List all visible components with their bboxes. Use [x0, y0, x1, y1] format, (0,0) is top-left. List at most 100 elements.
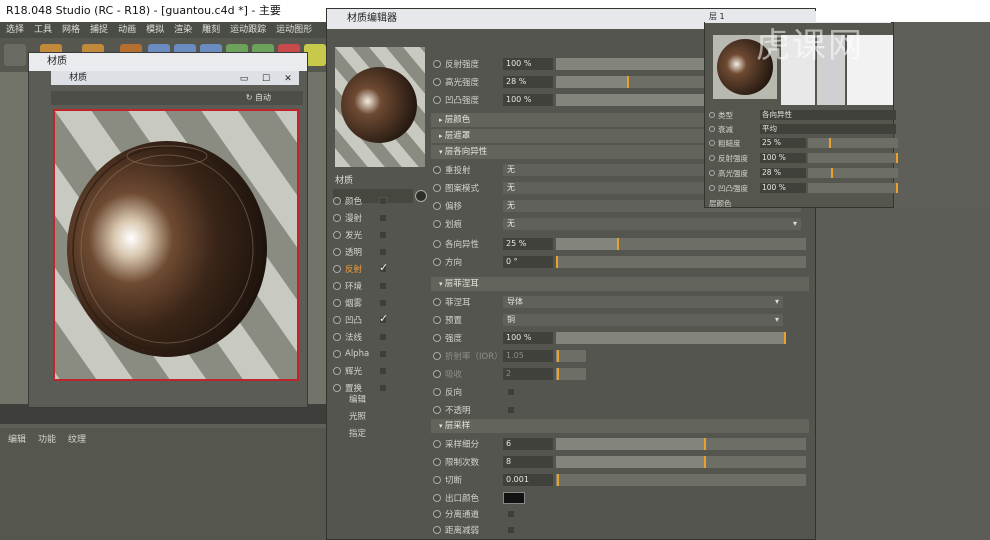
attr-number-field[interactable]: 28 % [760, 168, 806, 178]
anim-dot[interactable] [709, 185, 715, 191]
maximize-button[interactable]: ☐ [257, 73, 275, 85]
anim-dot[interactable] [433, 60, 441, 68]
attr-slider[interactable] [808, 138, 898, 148]
manager-menu-item[interactable]: 功能 [38, 432, 56, 445]
param-number-field[interactable]: 1.05 [503, 350, 553, 362]
anim-dot[interactable] [709, 140, 715, 146]
minimize-button[interactable]: ▭ [235, 73, 253, 85]
param-number-field[interactable]: 8 [503, 456, 553, 468]
param-checkbox[interactable] [507, 406, 515, 414]
channel-radio[interactable] [333, 316, 341, 324]
anim-dot[interactable] [709, 155, 715, 161]
value-slider[interactable] [556, 474, 806, 486]
channel-row[interactable]: 发光 [333, 227, 387, 243]
value-slider[interactable] [556, 238, 806, 250]
value-slider[interactable] [556, 456, 806, 468]
param-dropdown[interactable]: 导体 [503, 296, 783, 308]
param-number-field[interactable]: 100 % [503, 94, 553, 106]
param-number-field[interactable]: 6 [503, 438, 553, 450]
attr-number-field[interactable]: 100 % [760, 153, 806, 163]
channel-checkbox[interactable] [379, 299, 387, 307]
menu-item[interactable]: 运动图形 [276, 22, 312, 38]
attr-slider[interactable] [808, 168, 898, 178]
channel-row[interactable]: 透明 [333, 244, 387, 260]
exit-color-swatch[interactable] [503, 492, 525, 504]
channel-checkbox[interactable] [379, 282, 387, 290]
anim-dot[interactable] [433, 96, 441, 104]
editor-nav-item[interactable]: 光照 [349, 410, 366, 422]
param-dropdown[interactable]: 铜 [503, 314, 783, 326]
anim-dot[interactable] [433, 220, 441, 228]
anim-dot[interactable] [433, 298, 441, 306]
anim-dot[interactable] [433, 406, 441, 414]
channel-radio[interactable] [333, 350, 341, 358]
attr-slider[interactable] [808, 153, 898, 163]
menu-item[interactable]: 网格 [62, 22, 80, 38]
value-slider[interactable] [556, 332, 786, 344]
channel-checkbox[interactable] [379, 384, 387, 392]
channel-radio[interactable] [333, 265, 341, 273]
channel-radio[interactable] [333, 384, 341, 392]
channel-radio[interactable] [333, 367, 341, 375]
section-layer-sampling[interactable]: 层采样 [431, 419, 809, 433]
channel-checkbox[interactable] [379, 333, 387, 341]
attr-section-color[interactable]: 层颜色 [709, 197, 732, 209]
channel-checkbox[interactable] [379, 312, 388, 325]
menu-item[interactable]: 选择 [6, 22, 24, 38]
param-number-field[interactable]: 28 % [503, 76, 553, 88]
editor-nav-item[interactable]: 编辑 [349, 393, 366, 405]
anim-dot[interactable] [433, 258, 441, 266]
channel-radio[interactable] [333, 214, 341, 222]
value-slider[interactable] [556, 350, 586, 362]
section-layer-fresnel[interactable]: 层菲涅耳 [431, 277, 809, 291]
anim-dot[interactable] [433, 78, 441, 86]
param-checkbox[interactable] [507, 510, 515, 518]
anim-dot[interactable] [433, 526, 441, 534]
refresh-button[interactable]: ↻ 自动 [246, 92, 271, 103]
anim-dot[interactable] [433, 316, 441, 324]
channel-row[interactable]: 凹凸 [333, 312, 388, 328]
pick-icon[interactable] [415, 190, 427, 202]
anim-dot[interactable] [433, 334, 441, 342]
move-tool-icon[interactable] [4, 44, 26, 66]
channel-checkbox[interactable] [379, 261, 388, 274]
channel-checkbox[interactable] [379, 197, 387, 205]
channel-checkbox[interactable] [379, 214, 387, 222]
channel-radio[interactable] [333, 299, 341, 307]
channel-radio[interactable] [333, 248, 341, 256]
anim-dot[interactable] [433, 240, 441, 248]
channel-row[interactable]: Alpha [333, 346, 387, 362]
param-checkbox[interactable] [507, 388, 515, 396]
channel-checkbox[interactable] [379, 350, 387, 358]
menu-item[interactable]: 雕刻 [202, 22, 220, 38]
channel-row[interactable]: 烟雾 [333, 295, 387, 311]
channel-checkbox[interactable] [379, 231, 387, 239]
attr-slider[interactable] [808, 183, 898, 193]
param-dropdown[interactable]: 无 [503, 218, 801, 230]
channel-row[interactable]: 漫射 [333, 210, 387, 226]
anim-dot[interactable] [433, 352, 441, 360]
material-window-titlebar[interactable]: 材质 [29, 53, 307, 71]
anim-dot[interactable] [709, 112, 715, 118]
attr-dropdown[interactable]: 平均 [760, 124, 896, 134]
menu-item[interactable]: 捕捉 [90, 22, 108, 38]
param-number-field[interactable]: 25 % [503, 238, 553, 250]
anim-dot[interactable] [433, 476, 441, 484]
anim-dot[interactable] [709, 126, 715, 132]
menu-item[interactable]: 渲染 [174, 22, 192, 38]
anim-dot[interactable] [709, 170, 715, 176]
param-number-field[interactable]: 0 ° [503, 256, 553, 268]
channel-row[interactable]: 辉光 [333, 363, 387, 379]
channel-radio[interactable] [333, 231, 341, 239]
menu-item[interactable]: 模拟 [146, 22, 164, 38]
manager-menu-item[interactable]: 纹理 [68, 432, 86, 445]
anim-dot[interactable] [433, 184, 441, 192]
value-slider[interactable] [556, 368, 586, 380]
param-number-field[interactable]: 0.001 [503, 474, 553, 486]
close-button[interactable]: ✕ [279, 73, 297, 85]
param-number-field[interactable]: 100 % [503, 58, 553, 70]
channel-checkbox[interactable] [379, 248, 387, 256]
channel-row[interactable]: 反射 [333, 261, 388, 277]
material-inner-titlebar[interactable]: 材质 ▭ ☐ ✕ [51, 71, 299, 85]
param-number-field[interactable]: 100 % [503, 332, 553, 344]
